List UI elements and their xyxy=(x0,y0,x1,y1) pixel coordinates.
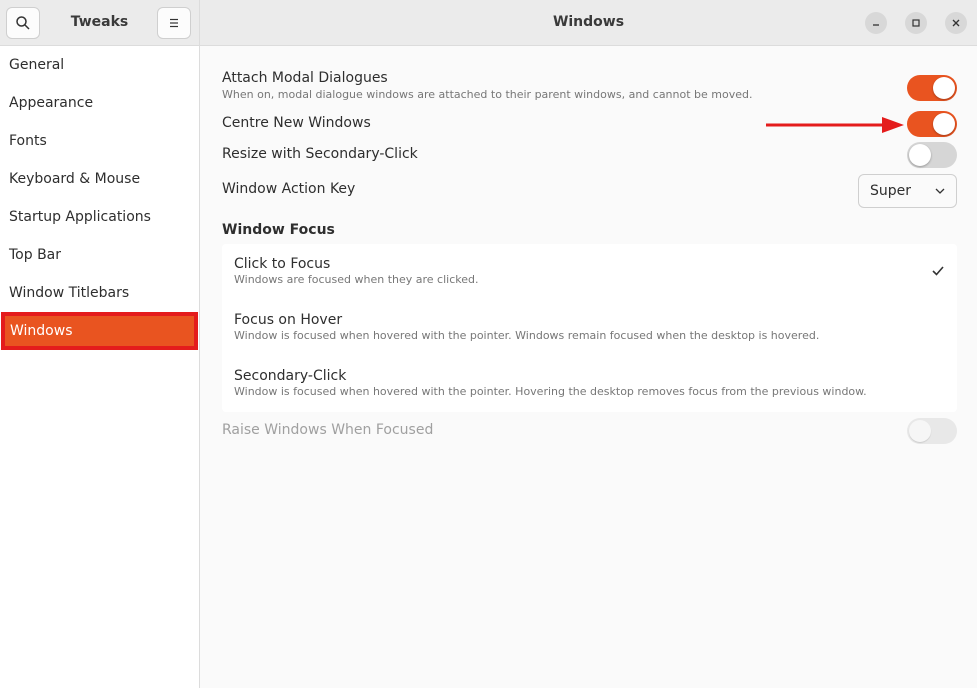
page-title: Windows xyxy=(552,14,625,30)
sidebar-item-general[interactable]: General xyxy=(0,46,199,84)
minimize-icon xyxy=(873,24,879,26)
chevron-down-icon xyxy=(934,175,946,219)
maximize-button[interactable] xyxy=(905,12,927,34)
window-action-key-row: Window Action Key xyxy=(222,181,522,197)
focus-option-secondary-click[interactable]: Secondary-Click Window is focused when h… xyxy=(234,368,934,398)
dropdown-value: Super xyxy=(870,183,912,199)
switch-knob xyxy=(933,113,955,135)
sidebar-item-fonts[interactable]: Fonts xyxy=(0,122,199,160)
sidebar-item-top-bar[interactable]: Top Bar xyxy=(0,236,199,274)
close-icon xyxy=(952,19,960,27)
raise-windows-row: Raise Windows When Focused xyxy=(222,418,957,444)
attach-modal-description: When on, modal dialogue windows are atta… xyxy=(222,88,753,101)
focus-option-description: Window is focused when hovered with the … xyxy=(234,329,820,342)
resize-secondary-row: Resize with Secondary-Click xyxy=(222,142,957,168)
attach-modal-label: Attach Modal Dialogues xyxy=(222,70,388,86)
red-arrow-icon xyxy=(766,117,904,133)
focus-option-label: Secondary-Click xyxy=(234,368,347,384)
sidebar-item-startup-applications[interactable]: Startup Applications xyxy=(0,198,199,236)
switch-knob xyxy=(933,77,955,99)
window-action-key-dropdown[interactable]: Super xyxy=(858,174,957,208)
raise-windows-label: Raise Windows When Focused xyxy=(222,422,434,438)
sidebar-item-window-titlebars[interactable]: Window Titlebars xyxy=(0,274,199,312)
attach-modal-row: Attach Modal Dialogues When on, modal di… xyxy=(222,70,957,101)
focus-option-hover[interactable]: Focus on Hover Window is focused when ho… xyxy=(234,312,934,342)
minimize-button[interactable] xyxy=(865,12,887,34)
menu-button[interactable] xyxy=(157,7,191,39)
sidebar: Tweaks General Appearance Fonts Keyboard… xyxy=(0,0,200,688)
sidebar-header: Tweaks xyxy=(0,0,199,46)
resize-secondary-switch[interactable] xyxy=(907,142,957,168)
sidebar-item-appearance[interactable]: Appearance xyxy=(0,84,199,122)
switch-knob xyxy=(909,144,931,166)
focus-option-description: Window is focused when hovered with the … xyxy=(234,385,867,398)
sidebar-item-keyboard-mouse[interactable]: Keyboard & Mouse xyxy=(0,160,199,198)
focus-option-description: Windows are focused when they are clicke… xyxy=(234,273,479,286)
checkmark-icon xyxy=(931,264,945,282)
hamburger-menu-icon xyxy=(170,18,178,28)
window-focus-heading: Window Focus xyxy=(222,222,335,238)
sidebar-item-windows[interactable]: Windows xyxy=(1,312,198,350)
switch-knob xyxy=(909,420,931,442)
main-header: Windows xyxy=(200,0,977,46)
focus-option-label: Focus on Hover xyxy=(234,312,343,328)
resize-secondary-label: Resize with Secondary-Click xyxy=(222,146,418,162)
attach-modal-switch[interactable] xyxy=(907,75,957,101)
focus-option-click[interactable]: Click to Focus Windows are focused when … xyxy=(234,256,934,286)
sidebar-list: General Appearance Fonts Keyboard & Mous… xyxy=(0,46,199,350)
focus-option-label: Click to Focus xyxy=(234,256,331,272)
maximize-icon xyxy=(912,19,920,27)
window-action-key-label: Window Action Key xyxy=(222,181,356,197)
raise-windows-switch[interactable] xyxy=(907,418,957,444)
centre-new-windows-switch[interactable] xyxy=(907,111,957,137)
window-focus-list: Click to Focus Windows are focused when … xyxy=(222,244,957,412)
close-button[interactable] xyxy=(945,12,967,34)
